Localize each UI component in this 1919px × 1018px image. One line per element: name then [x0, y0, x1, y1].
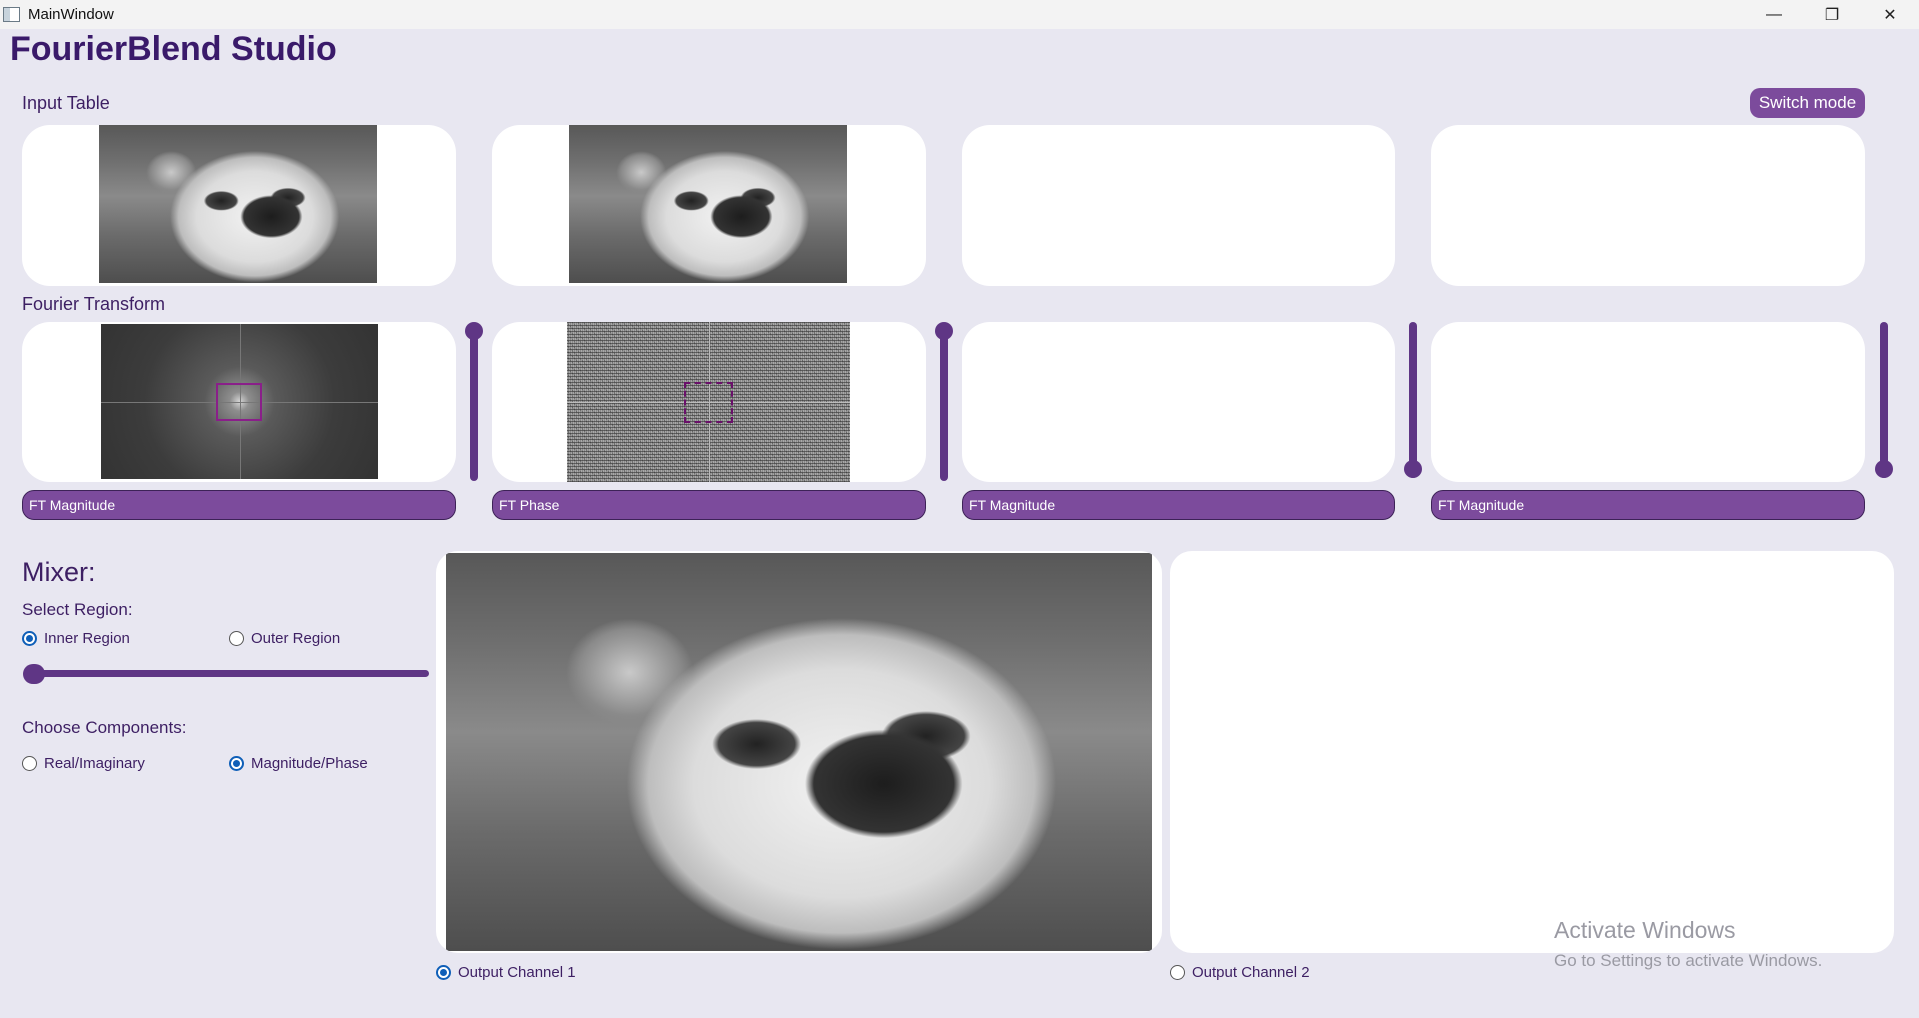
output-viewer-1: [436, 551, 1162, 953]
ft-card-2[interactable]: [492, 322, 926, 482]
ft-card-4[interactable]: [1431, 322, 1865, 482]
radio-indicator: [1170, 965, 1185, 980]
ft-component-select-4[interactable]: FT Magnitude: [1431, 490, 1865, 520]
input-image-card-1[interactable]: [22, 125, 456, 286]
weight-slider-1[interactable]: [470, 325, 478, 481]
weight-slider-4-handle[interactable]: [1875, 460, 1893, 478]
minimize-icon[interactable]: —: [1745, 0, 1803, 29]
output-viewer-2: [1170, 551, 1894, 953]
input-table-label: Input Table: [22, 93, 110, 113]
input-image-card-4[interactable]: [1431, 125, 1865, 286]
output-channel-1-label: Output Channel 1: [458, 964, 576, 981]
inner-region-label: Inner Region: [44, 630, 130, 647]
restore-icon[interactable]: ❐: [1803, 0, 1861, 29]
app-title: FourierBlend Studio: [10, 30, 337, 68]
region-size-slider[interactable]: [24, 670, 429, 677]
radio-indicator: [229, 631, 244, 646]
weight-slider-3[interactable]: [1409, 322, 1417, 478]
outer-region-label: Outer Region: [251, 630, 341, 647]
activation-watermark-title: Activate Windows: [1554, 917, 1736, 943]
window-titlebar: MainWindow — ❐ ✕: [0, 0, 1919, 29]
activation-watermark-subtitle: Go to Settings to activate Windows.: [1554, 951, 1823, 970]
ft-component-select-2[interactable]: FT Phase: [492, 490, 926, 520]
output-image-1: [446, 553, 1152, 951]
fourier-transform-label: Fourier Transform: [22, 294, 166, 314]
ft-component-select-3[interactable]: FT Magnitude: [962, 490, 1395, 520]
region-rectangle[interactable]: [216, 383, 262, 421]
weight-slider-4[interactable]: [1880, 322, 1888, 478]
magnitude-phase-radio[interactable]: Magnitude/Phase: [229, 755, 368, 772]
radio-indicator: [22, 631, 37, 646]
inner-region-radio[interactable]: Inner Region: [22, 630, 130, 647]
ft-card-1[interactable]: [22, 322, 456, 482]
input-image-card-3[interactable]: [962, 125, 1395, 286]
radio-indicator: [436, 965, 451, 980]
switch-mode-button[interactable]: Switch mode: [1750, 88, 1865, 118]
region-size-slider-handle[interactable]: [23, 664, 45, 684]
input-image-card-2[interactable]: [492, 125, 926, 286]
radio-indicator: [229, 756, 244, 771]
weight-slider-2[interactable]: [940, 325, 948, 481]
real-imaginary-radio[interactable]: Real/Imaginary: [22, 755, 145, 772]
select-region-label: Select Region:: [22, 600, 133, 619]
ft-phase-image: [567, 322, 850, 482]
region-rectangle[interactable]: [684, 382, 733, 423]
close-icon[interactable]: ✕: [1861, 0, 1919, 29]
ft-magnitude-image: [101, 324, 378, 479]
ft-card-3[interactable]: [962, 322, 1395, 482]
ft-component-select-1[interactable]: FT Magnitude: [22, 490, 456, 520]
weight-slider-2-handle[interactable]: [935, 322, 953, 340]
app-icon: [3, 7, 20, 22]
choose-components-label: Choose Components:: [22, 718, 187, 737]
real-imaginary-label: Real/Imaginary: [44, 755, 145, 772]
input-image-2: [569, 125, 847, 283]
magnitude-phase-label: Magnitude/Phase: [251, 755, 368, 772]
outer-region-radio[interactable]: Outer Region: [229, 630, 340, 647]
output-channel-1-radio[interactable]: Output Channel 1: [436, 964, 576, 981]
weight-slider-3-handle[interactable]: [1404, 460, 1422, 478]
output-channel-2-label: Output Channel 2: [1192, 964, 1310, 981]
mixer-title: Mixer:: [22, 557, 96, 587]
window-controls: — ❐ ✕: [1745, 0, 1919, 29]
weight-slider-1-handle[interactable]: [465, 322, 483, 340]
window-title: MainWindow: [28, 6, 114, 23]
radio-indicator: [22, 756, 37, 771]
input-image-1: [99, 125, 377, 283]
output-channel-2-radio[interactable]: Output Channel 2: [1170, 964, 1310, 981]
